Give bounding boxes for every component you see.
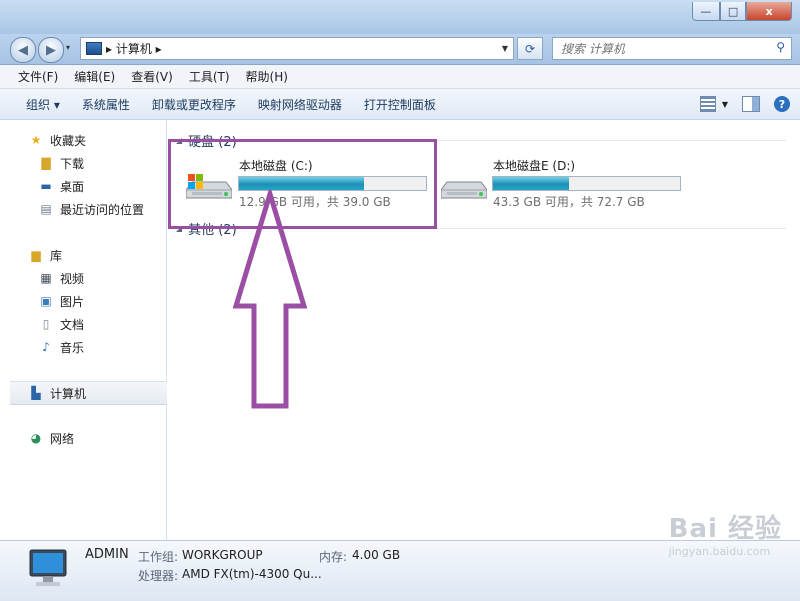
computer-icon — [86, 42, 102, 55]
sidebar-item-label: 图片 — [60, 294, 85, 309]
computer-monitor-icon — [29, 549, 67, 586]
hard-drive-icon — [441, 181, 487, 199]
music-note-icon: ♪ — [42, 340, 50, 354]
command-bar: 组织 ▾ 系统属性 卸载或更改程序 映射网络驱动器 打开控制面板 — [0, 89, 800, 120]
sidebar-item-label: 网络 — [50, 431, 75, 446]
library-icon: ▆ — [31, 248, 41, 262]
recent-places-icon: ▤ — [40, 202, 52, 216]
sidebar-item-network[interactable]: ◕ 网络 — [0, 427, 194, 449]
watermark-url: jingyan.baidu.com — [668, 545, 771, 558]
toolbar-right-group: ▼ ? — [699, 94, 790, 114]
refresh-button[interactable]: ⟳ — [517, 37, 543, 60]
baidu-watermark: Bai 经验 jingyan.baidu.com — [669, 508, 782, 558]
forward-button[interactable]: ▶ — [38, 37, 64, 63]
help-icon[interactable]: ? — [774, 96, 790, 112]
recent-pages-dropdown[interactable]: ▾ — [66, 43, 70, 52]
video-icon: ▦ — [40, 271, 52, 285]
network-icon: ◕ — [30, 431, 42, 445]
sidebar-item-label: 视频 — [60, 271, 85, 286]
up-arrow-annotation — [232, 190, 308, 409]
sidebar-item-label: 文档 — [60, 317, 85, 332]
sidebar-item-label: 计算机 — [50, 386, 87, 401]
view-icon — [699, 96, 716, 112]
open-control-panel-button[interactable]: 打开控制面板 — [353, 96, 447, 113]
sidebar-item-label: 最近访问的位置 — [60, 202, 145, 217]
address-bar[interactable]: ▸ 计算机 ▸ ▼ — [80, 37, 514, 60]
menu-help[interactable]: 帮助(H) — [238, 68, 296, 85]
sidebar-item-computer[interactable]: ▙ 计算机 — [10, 381, 182, 405]
sidebar-item-label: 桌面 — [60, 179, 85, 194]
memory-value: 4.00 GB — [352, 548, 401, 562]
uninstall-program-button[interactable]: 卸载或更改程序 — [141, 96, 247, 113]
navigation-pane: ★ 收藏夹 ▇ 下载 ▬ 桌面 ▤ 最近访问的位置 ▆ 库 ▦ 视频 ▣ 图片 … — [0, 120, 182, 540]
close-button[interactable]: x — [746, 2, 792, 21]
change-view-button[interactable]: ▼ — [699, 96, 728, 112]
menu-view[interactable]: 查看(V) — [123, 68, 181, 85]
desktop-icon: ▬ — [40, 179, 52, 193]
sidebar-item-label: 下载 — [60, 156, 85, 171]
star-icon: ★ — [30, 133, 42, 147]
download-folder-icon: ▇ — [41, 156, 51, 170]
system-properties-button[interactable]: 系统属性 — [71, 96, 141, 113]
refresh-icon: ⟳ — [524, 41, 536, 56]
search-input[interactable] — [559, 40, 768, 57]
sidebar-item-label: 收藏夹 — [50, 133, 87, 148]
processor-value: AMD FX(tm)-4300 Qu... — [182, 567, 322, 581]
menu-edit[interactable]: 编辑(E) — [66, 68, 123, 85]
title-bar — [0, 0, 800, 34]
workgroup-value: WORKGROUP — [182, 548, 263, 562]
menu-file[interactable]: 文件(F) — [0, 68, 66, 85]
chevron-down-icon: ▼ — [721, 99, 728, 109]
sidebar-item-favorites[interactable]: ★ 收藏夹 — [0, 129, 194, 151]
breadcrumb[interactable]: ▸ 计算机 ▸ — [106, 40, 162, 57]
picture-icon: ▣ — [40, 294, 52, 308]
window-controls: — □ x — [692, 2, 792, 22]
sidebar-item-label: 音乐 — [60, 340, 85, 355]
computer-name: ADMIN — [85, 547, 129, 562]
sidebar-item-label: 库 — [50, 248, 63, 263]
drive-usage-bar — [492, 176, 681, 191]
processor-label: 处理器: — [138, 569, 179, 583]
organize-button[interactable]: 组织 ▾ — [0, 96, 71, 113]
drive-usage-fill — [493, 177, 569, 190]
address-dropdown-icon[interactable]: ▼ — [497, 38, 513, 59]
search-icon[interactable]: ⚲ — [776, 40, 785, 54]
menu-tools[interactable]: 工具(T) — [181, 68, 238, 85]
memory-label: 内存: — [319, 550, 348, 564]
menu-bar: 文件(F) 编辑(E) 查看(V) 工具(T) 帮助(H) — [0, 65, 800, 89]
computer-icon: ▙ — [31, 386, 41, 400]
preview-pane-icon[interactable] — [742, 96, 760, 112]
workgroup-label: 工作组: — [138, 550, 179, 564]
document-icon: ▯ — [42, 317, 50, 331]
drive-name: 本地磁盘E (D:) — [493, 159, 576, 173]
back-button[interactable]: ◀ — [10, 37, 36, 63]
search-box[interactable]: ⚲ — [552, 37, 792, 60]
map-network-drive-button[interactable]: 映射网络驱动器 — [247, 96, 353, 113]
drive-space-info: 43.3 GB 可用，共 72.7 GB — [493, 195, 645, 209]
sidebar-item-libraries[interactable]: ▆ 库 — [0, 244, 194, 266]
watermark-brand: Bai 经验 — [668, 514, 782, 544]
maximize-button[interactable]: □ — [719, 2, 747, 21]
minimize-button[interactable]: — — [692, 2, 720, 21]
